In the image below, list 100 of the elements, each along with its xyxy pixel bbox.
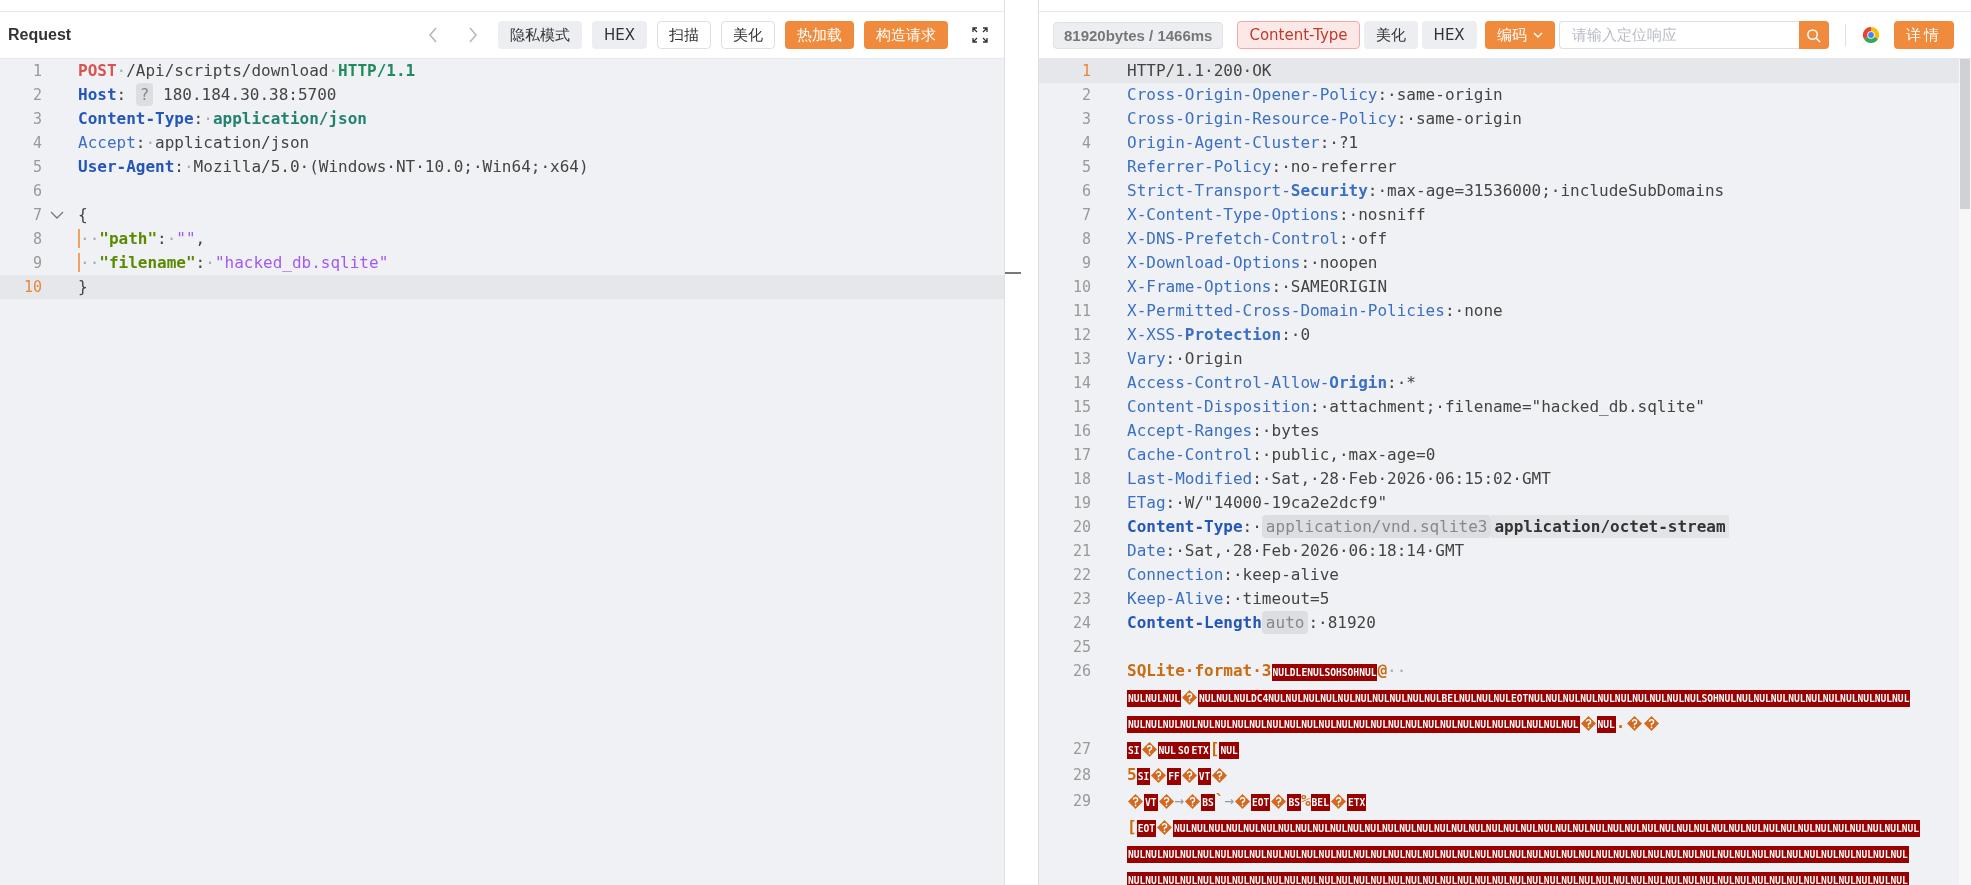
line-number: 22 (1071, 565, 1091, 586)
line-number: 3 (31, 109, 42, 130)
replacement-char-icon (1181, 768, 1197, 783)
toolbar-button[interactable]: 美化 (721, 21, 775, 49)
line-number: 7 (31, 205, 42, 226)
code-line: { (78, 204, 88, 226)
chevron-left-icon[interactable] (427, 27, 438, 43)
code-line: X-Frame-Options:·SAMEORIGIN (1127, 276, 1388, 298)
line-number: 27 (1071, 739, 1091, 760)
code-line: ··"filename":·"hacked_db.sqlite" (78, 252, 389, 274)
code-line: HTTP/1.1·200·OK (1127, 60, 1272, 82)
line-number: 5 (1080, 157, 1091, 178)
toolbar-button[interactable]: 扫描 (657, 21, 711, 49)
fold-chevron-icon[interactable] (50, 211, 64, 219)
line-number: 24 (1071, 613, 1091, 634)
line-number: 7 (1080, 205, 1091, 226)
line-number: 6 (31, 181, 42, 202)
line-number: 10 (1071, 277, 1091, 298)
line-number: 13 (1071, 349, 1091, 370)
line-number: 14 (1071, 373, 1091, 394)
line-number: 12 (1071, 325, 1091, 346)
code-line: Keep-Alive:·timeout=5 (1127, 588, 1330, 610)
code-line: Access-Control-Allow-Origin:·* (1127, 372, 1416, 394)
code-line: Content-Type:·application/json (78, 108, 367, 130)
replacement-char-icon (1128, 794, 1143, 809)
code-line: Content-Type:· application/vnd.sqlite3 application/octet-stream (1127, 515, 1729, 539)
line-number: 20 (1071, 517, 1091, 538)
toolbar-button[interactable]: 美化 (1363, 21, 1418, 49)
code-line: X-Content-Type-Options:·nosniff (1127, 204, 1426, 226)
line-number: 6 (1080, 181, 1091, 202)
line-number: 25 (1071, 637, 1091, 658)
response-stats: 81920bytes / 1466ms (1053, 21, 1224, 49)
code-line: SQLite·format·3 NULDLENULSOHSOHNUL@·· NULNULNUL NULNULNULDC4NULNULNULNULNULNULNULNULNULNULBELNULNULNULEOTNULNULNULNULNULNULNULNULNULNULSOHNULNULNULNULNULNULNULNULNULNULNUL NULNULNULNULNULNULNULNULNULNULNULNULNULNULNULNULNULNULNULNULNULNULNULNULNULNUL NUL. (1127, 660, 1911, 735)
line-number: 23 (1071, 589, 1091, 610)
code-line: Host: ? 180.184.30.38:5700 (78, 83, 337, 107)
toolbar-button[interactable]: 隐私模式 (497, 21, 582, 49)
replacement-char-icon (1626, 716, 1642, 731)
code-line: POST·/Api/scripts/download·HTTP/1.1 (78, 60, 416, 82)
code-line: Cache-Control:·public,·max-age=0 (1127, 444, 1436, 466)
replacement-char-icon (1151, 768, 1167, 783)
code-line: SI NUL SO ETX[NUL (1127, 738, 1239, 761)
caret-icon (1532, 32, 1543, 38)
code-line: } (78, 276, 88, 298)
toolbar-button[interactable]: HEX (1421, 21, 1477, 49)
code-line: Date:·Sat,·28·Feb·2026·06:18:14·GMT (1127, 540, 1465, 562)
replacement-char-icon (1185, 794, 1201, 809)
code-line: X-Permitted-Cross-Domain-Policies:·none (1127, 300, 1503, 322)
code-line: Cross-Origin-Opener-Policy:·same-origin (1127, 84, 1503, 106)
search-button[interactable] (1798, 21, 1829, 49)
replacement-char-icon (1158, 794, 1174, 809)
replacement-char-icon (1580, 716, 1596, 731)
code-line: X-Download-Options:·noopen (1127, 252, 1378, 274)
line-number: 28 (1071, 765, 1091, 786)
replacement-char-icon (1235, 794, 1251, 809)
code-line: Content-Length auto :·81920 (1127, 611, 1376, 635)
line-number: 17 (1071, 445, 1091, 466)
browser-icon[interactable] (1861, 26, 1880, 44)
code-line: Vary:·Origin (1127, 348, 1243, 370)
replacement-char-icon (1330, 794, 1346, 809)
line-number: 4 (31, 133, 42, 154)
line-number: 9 (1080, 253, 1091, 274)
line-number: 11 (1071, 301, 1091, 322)
line-number: 2 (1080, 85, 1091, 106)
code-line: ETag:·W/"14000-19ca2e2dcf9" (1127, 492, 1388, 514)
replacement-char-icon (1156, 820, 1172, 835)
replacement-char-icon (1182, 690, 1197, 705)
line-number: 1 (1080, 61, 1091, 82)
code-line: User-Agent:·Mozilla/5.0·(Windows·NT·10.0;·Win64;·x64) (78, 156, 589, 178)
scrollbar[interactable] (1959, 59, 1971, 885)
code-line: Last-Modified:·Sat,·28·Feb·2026·06:15:02·GMT (1127, 468, 1551, 490)
replacement-char-icon (1212, 768, 1228, 783)
code-line: Accept-Ranges:·bytes (1127, 420, 1320, 442)
toolbar-button[interactable]: Content-Type (1237, 21, 1360, 49)
line-number: 4 (1080, 133, 1091, 154)
code-line: X-DNS-Prefetch-Control:·off (1127, 228, 1388, 250)
line-number: 18 (1071, 469, 1091, 490)
toolbar-button[interactable]: HEX (591, 21, 647, 49)
search-field[interactable]: 请输入定位响应 (1558, 21, 1799, 49)
line-number: 21 (1071, 541, 1091, 562)
fullscreen-icon[interactable] (972, 27, 988, 43)
line-number: 16 (1071, 421, 1091, 442)
line-number: 8 (1080, 229, 1091, 250)
code-line: 5 SI FF VT (1127, 763, 1229, 789)
code-line: VT → BS`→ EOT BS%BEL ETX [EOT NULNULNULNULNULNULNULNULNULNULNULNULNULNULNULNULNULNULNULNULNULNULNULNULNULNULNULNULNULNULNULNULNULNULNULNULNULNULNULNULNULNULNUL NULNULNULNULNULNULNULNULNULNULNULNULNULNULNULNULNULNULNULNULNULNULNULNULNULNULNULNULNULNULNULNULNULNULNULNULNULNULNULNULNULNULNULNULNUL NULNULNULNULNULNULNULNULNULNULNULNULNULNULNULNULNULNULNULNULNULNULNULNULNULNULNULNULNULNULNULNULNULNULNULNULNULNULNULNULNULNULNULNULNUL (1127, 790, 1921, 885)
code-line: Content-Disposition:·attachment;·filename="hacked_db.sqlite" (1127, 396, 1705, 418)
chevron-right-icon[interactable] (467, 27, 478, 43)
line-number: 2 (31, 85, 42, 106)
line-number: 8 (31, 229, 42, 250)
code-line: Accept:·application/json (78, 132, 310, 154)
line-number: 9 (31, 253, 42, 274)
replacement-char-icon (1643, 716, 1659, 731)
line-number: 15 (1071, 397, 1091, 418)
line-number: 29 (1071, 791, 1091, 812)
replacement-char-icon (1271, 794, 1287, 809)
replacement-char-icon (1141, 742, 1157, 757)
search-icon (1806, 27, 1822, 43)
code-line: Strict-Transport-Security:·max-age=31536000;·includeSubDomains (1127, 180, 1725, 202)
line-number: 1 (31, 61, 42, 82)
code-line: ··"path":·"", (78, 228, 206, 250)
line-number: 5 (31, 157, 42, 178)
